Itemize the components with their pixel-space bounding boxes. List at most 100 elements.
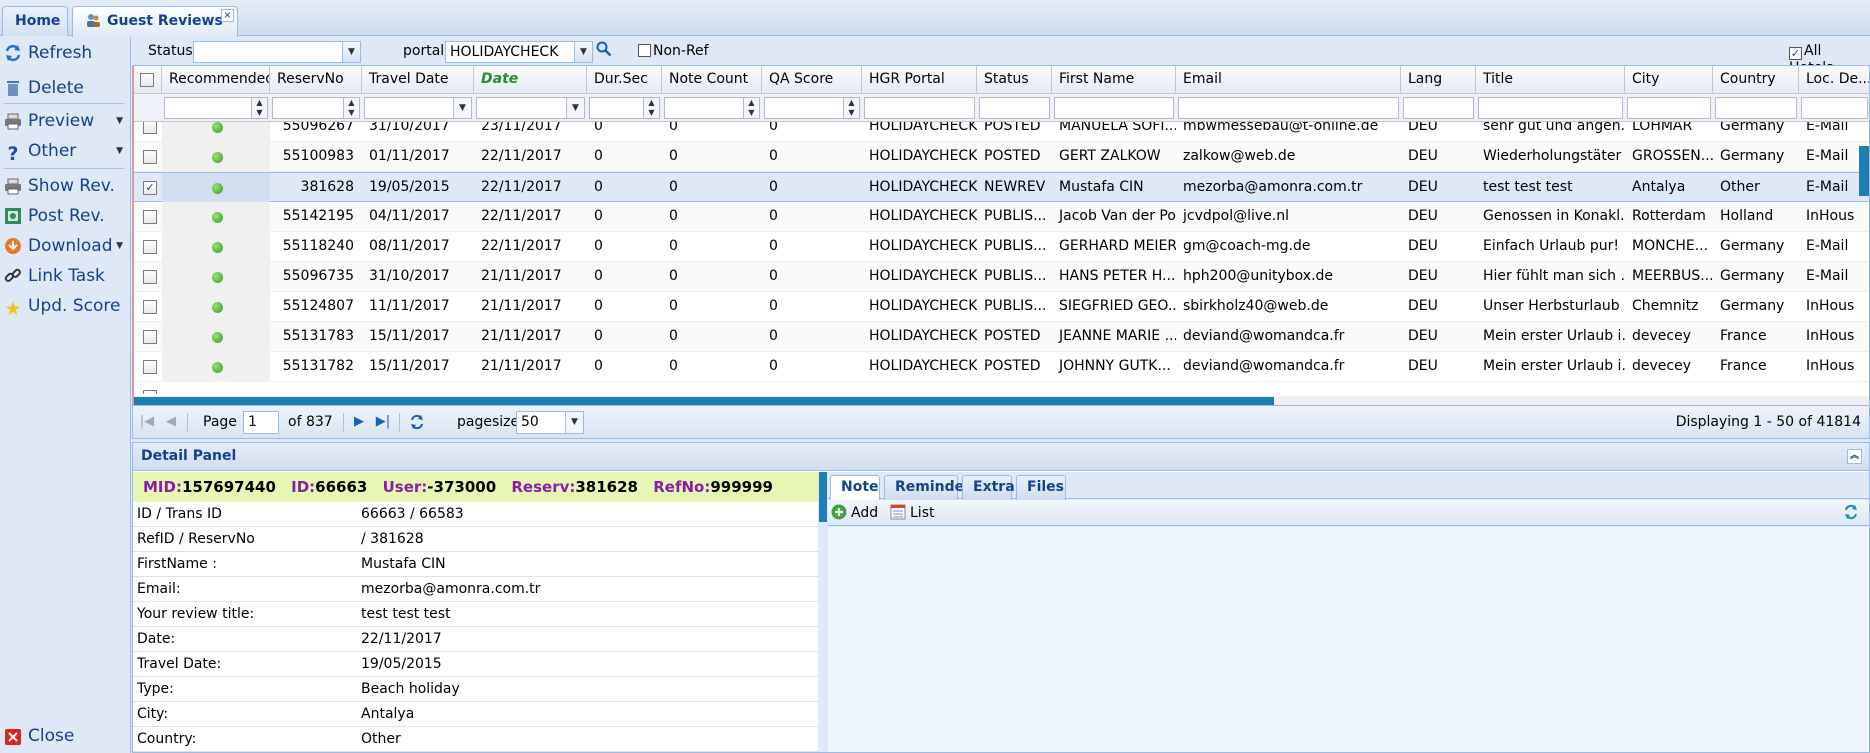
col-qa-score[interactable]: QA Score <box>762 66 862 94</box>
table-row[interactable]: 55131783 15/11/2017 21/11/2017 0 0 0 HOLIDAYCH… <box>134 322 1869 352</box>
hgr-portal-filter-input[interactable] <box>864 97 975 119</box>
table-row[interactable]: ✓ 381628 19/05/2015 22/11/2017 0 0 0 HOLIDAYCHE… <box>134 172 1869 203</box>
list-button[interactable]: List <box>890 503 934 523</box>
tab-reminder[interactable]: Reminder <box>884 475 971 500</box>
detail-scrollbar-thumb[interactable] <box>819 472 827 522</box>
select-all-checkbox[interactable] <box>140 73 154 87</box>
col-date[interactable]: Date <box>474 66 587 94</box>
col-recommended[interactable]: Recommended <box>162 66 270 94</box>
col-status[interactable]: Status <box>977 66 1052 94</box>
col-travel-date[interactable]: Travel Date <box>362 66 474 94</box>
spinner-icon[interactable]: ▲ ▼ <box>843 98 859 118</box>
search-icon[interactable] <box>594 41 614 63</box>
tab-guest-reviews[interactable]: Guest Reviews × <box>72 6 238 37</box>
row-checkbox[interactable] <box>143 270 157 284</box>
status-filter-input[interactable] <box>979 97 1050 119</box>
col-lang[interactable]: Lang <box>1401 66 1476 94</box>
col-reservno[interactable]: ReservNo <box>270 66 362 94</box>
email-filter-input[interactable] <box>1178 97 1399 119</box>
other-button[interactable]: ? Other ▼ <box>3 138 127 164</box>
chevron-down-icon[interactable]: ▼ <box>565 412 583 433</box>
pagesize-combo[interactable]: 50 ▼ <box>516 411 584 434</box>
qa-score-filter-input[interactable]: ▲ ▼ <box>764 97 860 119</box>
close-tab-icon[interactable]: × <box>221 9 234 22</box>
non-ref-checkbox[interactable]: Non-Ref <box>638 43 709 59</box>
city-filter-input[interactable] <box>1627 97 1711 119</box>
table-row[interactable]: 55124807 11/11/2017 21/11/2017 0 0 0 HOLIDAYCH… <box>134 292 1869 322</box>
select-all-header[interactable] <box>134 66 162 94</box>
link-task-button[interactable]: Link Task <box>3 263 127 289</box>
row-checkbox[interactable] <box>143 122 157 134</box>
row-checkbox[interactable] <box>143 150 157 164</box>
country-filter-input[interactable] <box>1715 97 1797 119</box>
title-filter-input[interactable] <box>1478 97 1623 119</box>
vertical-scrollbar[interactable] <box>1859 146 1869 196</box>
tab-note[interactable]: Note <box>830 475 880 500</box>
row-checkbox[interactable] <box>143 240 157 254</box>
recommended-filter-input[interactable]: ▲ ▼ <box>164 97 268 119</box>
chevron-down-icon[interactable]: ▼ <box>566 98 584 118</box>
table-row[interactable] <box>134 382 1869 394</box>
post-rev-button[interactable]: Post Rev. <box>3 203 127 229</box>
refresh-icon[interactable] <box>409 414 425 430</box>
detail-scrollbar[interactable] <box>818 472 828 752</box>
tab-home[interactable]: Home <box>2 6 68 36</box>
prev-page-icon[interactable]: ◀ <box>163 414 179 430</box>
close-button[interactable]: Close <box>3 723 127 749</box>
notes-refresh-button[interactable] <box>1843 503 1863 523</box>
col-city[interactable]: City <box>1625 66 1713 94</box>
loc-filter-input[interactable] <box>1801 97 1868 119</box>
dur-sec-filter-input[interactable]: ▲ ▼ <box>589 97 660 119</box>
spinner-icon[interactable]: ▲ ▼ <box>343 98 359 118</box>
first-name-filter-input[interactable] <box>1054 97 1174 119</box>
col-note-count[interactable]: Note Count <box>662 66 762 94</box>
collapse-icon[interactable]: ︽ <box>1847 449 1862 464</box>
last-page-icon[interactable]: ▶| <box>375 414 391 430</box>
show-rev-button[interactable]: Show Rev. <box>3 173 127 199</box>
horizontal-scrollbar[interactable] <box>134 396 1869 405</box>
table-row[interactable]: 55096267 31/10/2017 23/11/2017 0 0 0 HOLIDAYCH… <box>134 122 1869 142</box>
col-loc-de[interactable]: Loc. De... <box>1799 66 1869 94</box>
table-row[interactable]: 55096735 31/10/2017 21/11/2017 0 0 0 HOLIDAYCH… <box>134 262 1869 292</box>
horizontal-scrollbar-thumb[interactable] <box>134 397 1274 405</box>
spinner-icon[interactable]: ▲ ▼ <box>251 98 267 118</box>
col-hgr-portal[interactable]: HGR Portal <box>862 66 977 94</box>
tab-files[interactable]: Files <box>1016 475 1066 500</box>
table-row[interactable]: 55142195 04/11/2017 22/11/2017 0 0 0 HOLIDAYCH… <box>134 202 1869 232</box>
reservno-filter-input[interactable]: ▲ ▼ <box>272 97 360 119</box>
lang-filter-input[interactable] <box>1403 97 1474 119</box>
row-checkbox[interactable] <box>143 390 157 394</box>
tab-extra[interactable]: Extra <box>962 475 1015 500</box>
add-button[interactable]: Add <box>831 503 878 523</box>
col-title[interactable]: Title <box>1476 66 1625 94</box>
spinner-icon[interactable]: ▲ ▼ <box>643 98 659 118</box>
spinner-icon[interactable]: ▲ ▼ <box>743 98 759 118</box>
download-button[interactable]: Download ▼ <box>3 233 127 259</box>
table-row[interactable]: 55100983 01/11/2017 22/11/2017 0 0 0 HOLIDAYCH… <box>134 142 1869 172</box>
col-dur-sec[interactable]: Dur.Sec <box>587 66 662 94</box>
col-email[interactable]: Email <box>1176 66 1401 94</box>
portal-filter-combo[interactable]: HOLIDAYCHECK ▼ <box>445 41 593 63</box>
row-checkbox[interactable]: ✓ <box>143 181 157 195</box>
first-page-icon[interactable]: |◀ <box>139 414 155 430</box>
row-checkbox[interactable] <box>143 330 157 344</box>
all-hotels-checkbox-box[interactable]: ✓ <box>1789 47 1802 60</box>
status-filter-combo[interactable]: ▼ <box>193 41 361 63</box>
col-country[interactable]: Country <box>1713 66 1799 94</box>
page-input[interactable]: 1 <box>243 411 279 434</box>
upd-score-button[interactable]: ★ Upd. Score <box>3 293 127 319</box>
row-checkbox[interactable] <box>143 300 157 314</box>
row-checkbox[interactable] <box>143 360 157 374</box>
row-checkbox[interactable] <box>143 210 157 224</box>
delete-button[interactable]: Delete <box>3 75 127 101</box>
non-ref-checkbox-box[interactable] <box>638 44 651 57</box>
refresh-button[interactable]: Refresh <box>3 40 127 66</box>
chevron-down-icon[interactable]: ▼ <box>574 42 592 62</box>
travel-date-filter-input[interactable]: ▼ <box>364 97 472 119</box>
preview-button[interactable]: Preview ▼ <box>3 108 127 134</box>
next-page-icon[interactable]: ▶ <box>351 414 367 430</box>
table-row[interactable]: 55131782 15/11/2017 21/11/2017 0 0 0 HOLIDAYCH… <box>134 352 1869 382</box>
table-row[interactable]: 55118240 08/11/2017 22/11/2017 0 0 0 HOLIDAYCH… <box>134 232 1869 262</box>
date-filter-input[interactable]: ▼ <box>476 97 585 119</box>
chevron-down-icon[interactable]: ▼ <box>342 42 360 62</box>
